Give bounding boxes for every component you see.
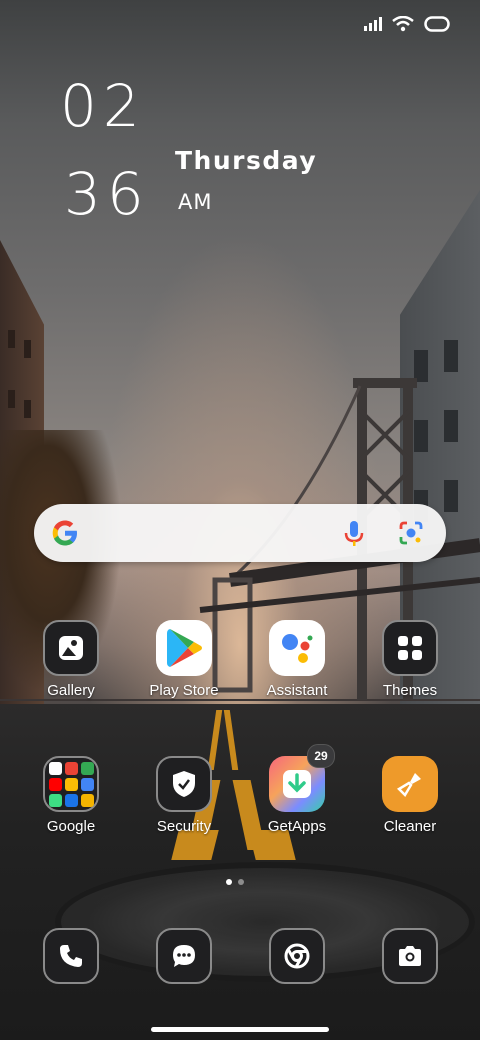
play-store-icon (156, 620, 212, 676)
app-label: Cleaner (383, 818, 437, 835)
clock-hour[interactable]: 02 (60, 72, 146, 140)
page-indicator (226, 879, 244, 885)
app-play-store[interactable]: Play Store (128, 620, 240, 699)
page-dot (238, 879, 244, 885)
status-bar (364, 15, 450, 37)
clock-day[interactable]: Thursday (175, 146, 317, 175)
clock-minute[interactable]: 36 (64, 160, 150, 228)
google-search-bar[interactable] (34, 504, 446, 562)
app-label: Google (46, 818, 96, 835)
dock-messages[interactable] (156, 928, 212, 984)
dock-camera[interactable] (382, 928, 438, 984)
security-shield-icon (156, 756, 212, 812)
app-gallery[interactable]: Gallery (15, 620, 127, 699)
app-label: GetApps (267, 818, 327, 835)
app-label: Assistant (266, 682, 328, 699)
home-screen: 02 36 Thursday AM Gallery Play Store Ass… (0, 0, 480, 1040)
app-label: Security (156, 818, 212, 835)
app-cleaner[interactable]: Cleaner (354, 756, 466, 835)
getapps-icon: 29 (269, 744, 335, 812)
dock-chrome[interactable] (269, 928, 325, 984)
app-label: Themes (382, 682, 438, 699)
app-folder-google[interactable]: Google (15, 756, 127, 835)
google-logo-icon (50, 518, 80, 553)
battery-icon (424, 16, 450, 37)
app-security[interactable]: Security (128, 756, 240, 835)
chrome-icon (269, 928, 325, 984)
microphone-icon[interactable] (344, 520, 364, 553)
clock-ampm: AM (178, 190, 213, 214)
notification-badge: 29 (307, 744, 335, 768)
app-label: Gallery (47, 682, 95, 699)
lens-icon[interactable] (398, 520, 424, 551)
app-label: Play Store (149, 682, 219, 699)
camera-icon (382, 928, 438, 984)
gallery-icon (43, 620, 99, 676)
app-assistant[interactable]: Assistant (241, 620, 353, 699)
messages-icon (156, 928, 212, 984)
assistant-icon (269, 620, 325, 676)
phone-icon (43, 928, 99, 984)
wifi-icon (392, 15, 414, 37)
app-themes[interactable]: Themes (354, 620, 466, 699)
google-folder-icon (43, 756, 99, 812)
dock-phone[interactable] (43, 928, 99, 984)
gesture-nav-handle[interactable] (151, 1027, 329, 1032)
themes-icon (382, 620, 438, 676)
page-dot-active (226, 879, 232, 885)
signal-icon (364, 17, 382, 36)
app-getapps[interactable]: 29 GetApps (241, 744, 353, 835)
cleaner-brush-icon (382, 756, 438, 812)
